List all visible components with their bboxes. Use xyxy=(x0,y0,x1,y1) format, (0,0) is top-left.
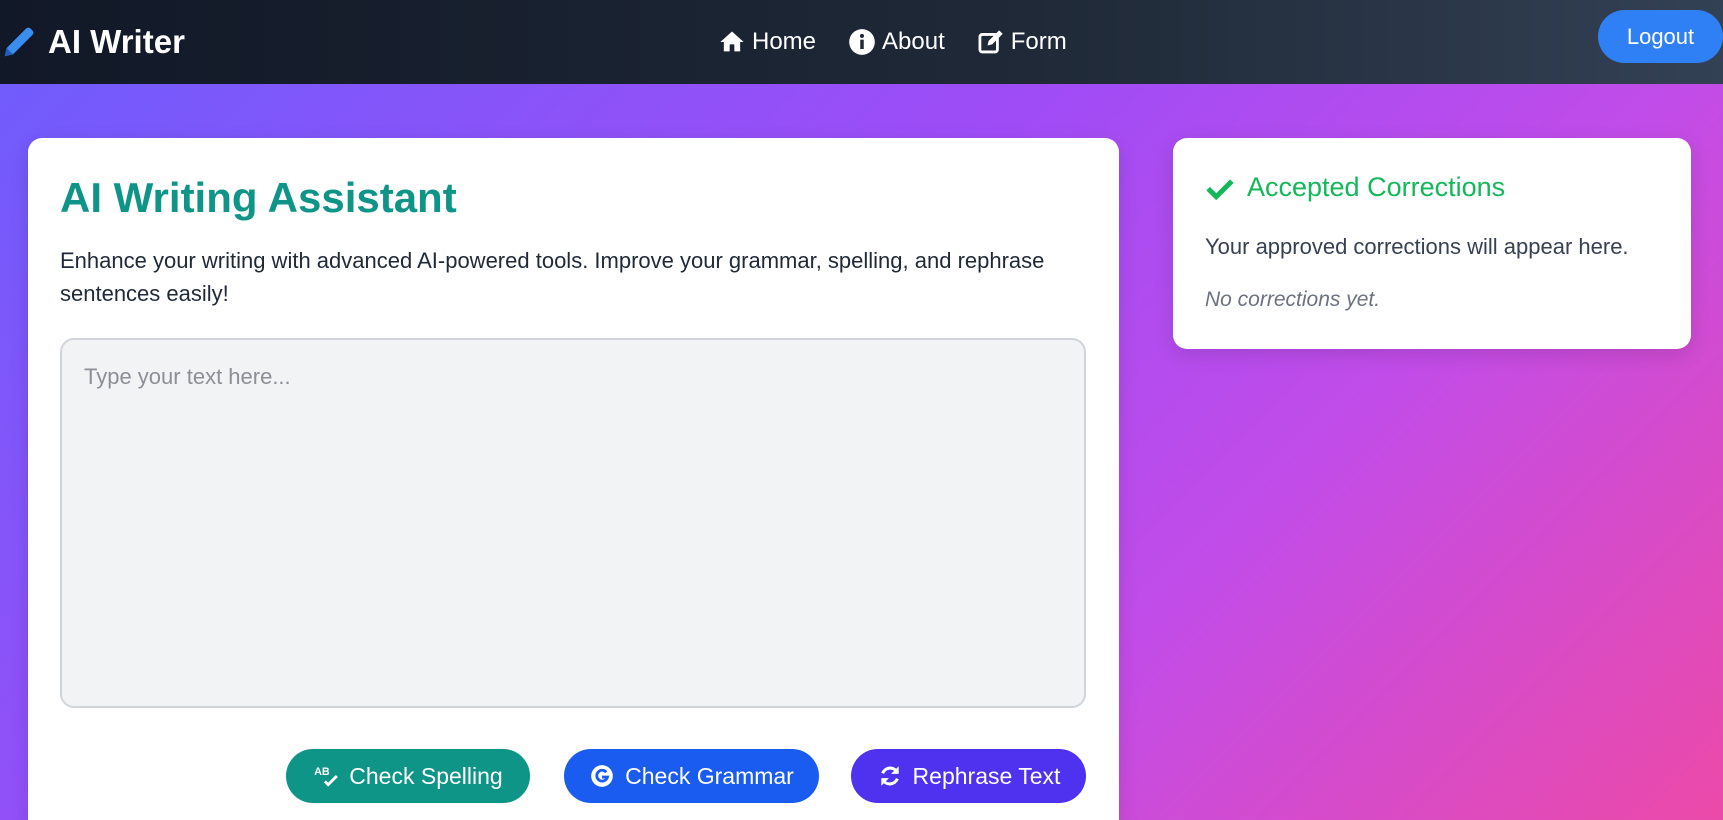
checkmark-icon xyxy=(1206,178,1234,200)
check-spelling-label: Check Spelling xyxy=(349,762,503,789)
check-grammar-button[interactable]: Check Grammar xyxy=(564,749,819,803)
corrections-empty-message: No corrections yet. xyxy=(1205,288,1381,311)
corrections-description: Your approved corrections will appear he… xyxy=(1205,234,1629,259)
rephrase-text-button[interactable]: Rephrase Text xyxy=(851,749,1086,803)
edit-icon xyxy=(978,30,1003,54)
spell-check-icon: AB xyxy=(314,766,339,787)
refresh-icon xyxy=(880,766,899,786)
top-navbar: AI Writer Home About Form Logout xyxy=(0,0,1723,84)
check-grammar-label: Check Grammar xyxy=(625,762,794,789)
nav-home-label: Home xyxy=(752,28,817,55)
brand-name: AI Writer xyxy=(48,23,185,60)
home-icon xyxy=(720,31,744,52)
nav-form-label: Form xyxy=(1010,28,1067,55)
brand[interactable]: AI Writer xyxy=(0,0,185,84)
check-spelling-button[interactable]: AB Check Spelling xyxy=(286,749,530,803)
text-input[interactable] xyxy=(60,338,1086,708)
logout-button[interactable]: Logout xyxy=(1598,10,1723,63)
page-title: AI Writing Assistant xyxy=(60,174,457,221)
page-description: Enhance your writing with advanced AI-po… xyxy=(60,248,1045,306)
writing-assistant-card: AI Writing Assistant Enhance your writin… xyxy=(28,138,1119,820)
corrections-title-label: Accepted Corrections xyxy=(1247,172,1506,202)
nav-about-label: About xyxy=(882,28,945,55)
pencil-icon xyxy=(4,27,34,57)
nav-form-link[interactable]: Form xyxy=(977,28,1067,56)
corrections-title: Accepted Corrections xyxy=(1205,172,1505,203)
nav-about-link[interactable]: About xyxy=(848,28,945,56)
rephrase-text-label: Rephrase Text xyxy=(912,762,1061,789)
svg-text:AB: AB xyxy=(314,766,330,778)
accepted-corrections-card: Accepted Corrections Your approved corre… xyxy=(1173,138,1691,349)
nav-home-link[interactable]: Home xyxy=(718,28,816,56)
nav-links: Home About Form xyxy=(718,0,1067,84)
info-icon xyxy=(849,29,875,55)
grammarly-icon xyxy=(591,765,613,787)
